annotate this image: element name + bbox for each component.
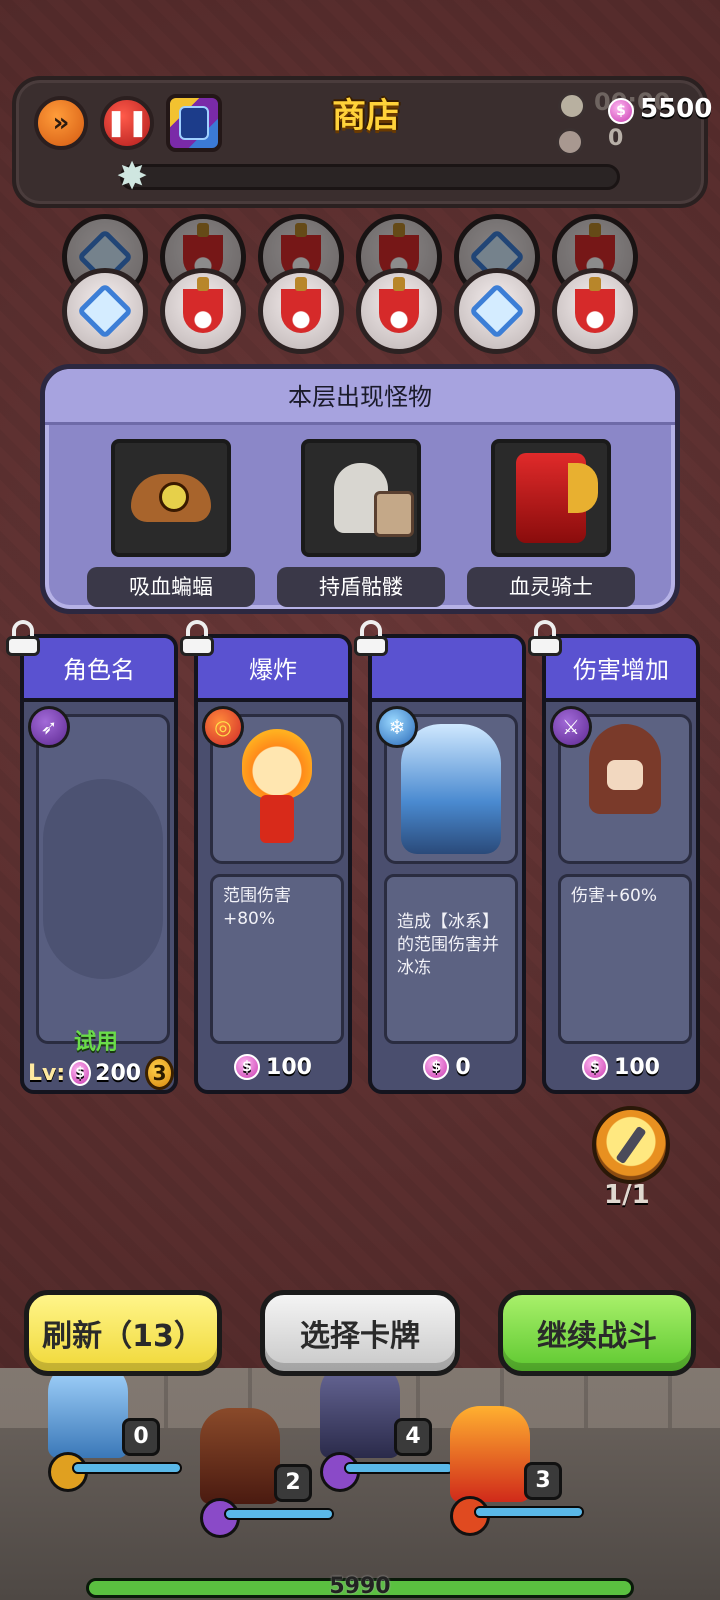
sword-icon bbox=[379, 277, 419, 333]
card-deck-button[interactable] bbox=[166, 94, 222, 152]
fast-forward-button[interactable]: » bbox=[34, 96, 88, 150]
pause-button[interactable]: ❚❚ bbox=[100, 96, 154, 150]
card-description: 伤害+60% bbox=[558, 874, 692, 1044]
monster-name: 血灵骑士 bbox=[467, 567, 635, 607]
card-title: 角色名 bbox=[24, 638, 174, 702]
shop-card-ice[interactable]: ❄ 造成【冰系】的范围伤害并冰冻 $ 0 bbox=[354, 620, 526, 1094]
card-price: 100 bbox=[266, 1054, 312, 1080]
progress-star-icon: ✸ bbox=[116, 154, 148, 198]
pause-icon: ❚❚ bbox=[105, 108, 149, 138]
ice-warrior-sprite bbox=[48, 1362, 128, 1458]
price-row: $ 0 bbox=[372, 1054, 522, 1080]
card-deck-icon bbox=[179, 106, 209, 140]
shop-card-damage[interactable]: 伤害增加 ⚔ 伤害+60% $ 100 bbox=[528, 620, 700, 1094]
monster-entry[interactable]: 血灵骑士 bbox=[467, 439, 637, 609]
floor-monsters-panel: 本层出现怪物 吸血蝙蝠 持盾骷髅 血灵骑士 bbox=[40, 364, 680, 614]
coin-icon: $ bbox=[582, 1054, 609, 1080]
wave-node bbox=[356, 268, 442, 354]
card-price: 200 bbox=[95, 1060, 142, 1086]
monster-name: 持盾骷髅 bbox=[277, 567, 445, 607]
unit-hp-bar bbox=[72, 1462, 182, 1474]
unit-level: 3 bbox=[524, 1462, 562, 1500]
knight-icon bbox=[491, 439, 611, 557]
fire-hero-sprite bbox=[450, 1406, 530, 1502]
shop-title: 商店 bbox=[332, 96, 400, 136]
fast-forward-icon: » bbox=[52, 108, 70, 138]
top-bar: » ❚❚ 商店 00:00 $ 5500 0 ✸ bbox=[12, 76, 712, 208]
continue-battle-button[interactable]: 继续战斗 bbox=[498, 1290, 696, 1376]
rogue-sprite bbox=[200, 1408, 280, 1504]
unit-hp-bar bbox=[344, 1462, 454, 1474]
skeleton-icon bbox=[301, 439, 421, 557]
price-row: $ 100 bbox=[198, 1054, 348, 1080]
monster-name: 吸血蝙蝠 bbox=[87, 567, 255, 607]
weapon-count: 1/1 bbox=[604, 1180, 650, 1210]
coin-icon: $ bbox=[608, 98, 634, 124]
lock-icon[interactable] bbox=[526, 620, 564, 656]
panel-header: 本层出现怪物 bbox=[45, 369, 675, 425]
card-title: 伤害增加 bbox=[546, 638, 696, 702]
refresh-button[interactable]: 刷新（13） bbox=[24, 1290, 222, 1376]
card-description: 范围伤害+80% bbox=[210, 874, 344, 1044]
hero-unit[interactable]: 4 bbox=[320, 1362, 454, 1492]
sword-icon bbox=[575, 277, 615, 333]
weapon-slot-button[interactable] bbox=[592, 1106, 670, 1184]
lock-icon[interactable] bbox=[178, 620, 216, 656]
card-title: 爆炸 bbox=[198, 638, 348, 702]
team-hp-value: 5990 bbox=[329, 1574, 391, 1599]
bat-icon bbox=[111, 439, 231, 557]
monster-entry[interactable]: 持盾骷髅 bbox=[277, 439, 447, 609]
ice-element-icon: ❄ bbox=[376, 706, 418, 748]
unit-level: 0 bbox=[122, 1418, 160, 1456]
level-label: Lv: bbox=[28, 1060, 66, 1086]
wave-progress-bar bbox=[120, 164, 620, 190]
shop-card-fire[interactable]: 爆炸 ◎ 范围伤害+80% $ 100 bbox=[180, 620, 352, 1094]
coin-icon: $ bbox=[69, 1060, 92, 1086]
staff-element-icon: ⚔ bbox=[550, 706, 592, 748]
sword-icon bbox=[183, 277, 223, 333]
choose-card-button[interactable]: 选择卡牌 bbox=[260, 1290, 460, 1376]
hero-unit[interactable]: 0 bbox=[48, 1362, 182, 1492]
timer-icon bbox=[558, 92, 586, 120]
unit-hp-bar bbox=[224, 1508, 334, 1520]
card-title bbox=[372, 638, 522, 702]
wave-node bbox=[552, 268, 638, 354]
hero-unit[interactable]: 2 bbox=[200, 1408, 334, 1538]
lock-icon[interactable] bbox=[4, 620, 42, 656]
sword-icon bbox=[281, 277, 321, 333]
price-row: $ 100 bbox=[546, 1054, 696, 1080]
wave-node bbox=[160, 268, 246, 354]
arrow-element-icon: ➶ bbox=[28, 706, 70, 748]
wave-node bbox=[258, 268, 344, 354]
wave-node bbox=[454, 268, 540, 354]
card-description: 造成【冰系】的范围伤害并冰冻 bbox=[384, 874, 518, 1044]
wave-row-front bbox=[62, 268, 662, 360]
unit-hp-bar bbox=[474, 1506, 584, 1518]
fire-element-icon: ◎ bbox=[202, 706, 244, 748]
clock-icon bbox=[468, 282, 526, 340]
level-price-row: Lv: $ 200 3 bbox=[24, 1056, 174, 1090]
shop-card-hero-slot[interactable]: 角色名 ➶ 试用 Lv: $ 200 3 bbox=[6, 620, 178, 1094]
kill-count: 0 bbox=[608, 126, 624, 151]
skull-icon bbox=[556, 128, 584, 156]
coin-balance: 5500 bbox=[640, 94, 713, 124]
dagger-icon bbox=[615, 1125, 647, 1165]
card-price: 0 bbox=[455, 1054, 471, 1080]
unit-level: 4 bbox=[394, 1418, 432, 1456]
clock-icon bbox=[76, 282, 134, 340]
level-badge: 3 bbox=[145, 1056, 174, 1090]
coin-icon: $ bbox=[234, 1054, 261, 1080]
lock-icon[interactable] bbox=[352, 620, 390, 656]
hero-unit[interactable]: 3 bbox=[450, 1406, 584, 1536]
dark-knight-sprite bbox=[320, 1362, 400, 1458]
card-price: 100 bbox=[614, 1054, 660, 1080]
wave-node bbox=[62, 268, 148, 354]
coin-icon: $ bbox=[423, 1054, 450, 1080]
trial-tag: 试用 bbox=[74, 1030, 119, 1055]
unit-level: 2 bbox=[274, 1464, 312, 1502]
monster-entry[interactable]: 吸血蝙蝠 bbox=[87, 439, 257, 609]
empty-portrait bbox=[36, 714, 170, 1044]
